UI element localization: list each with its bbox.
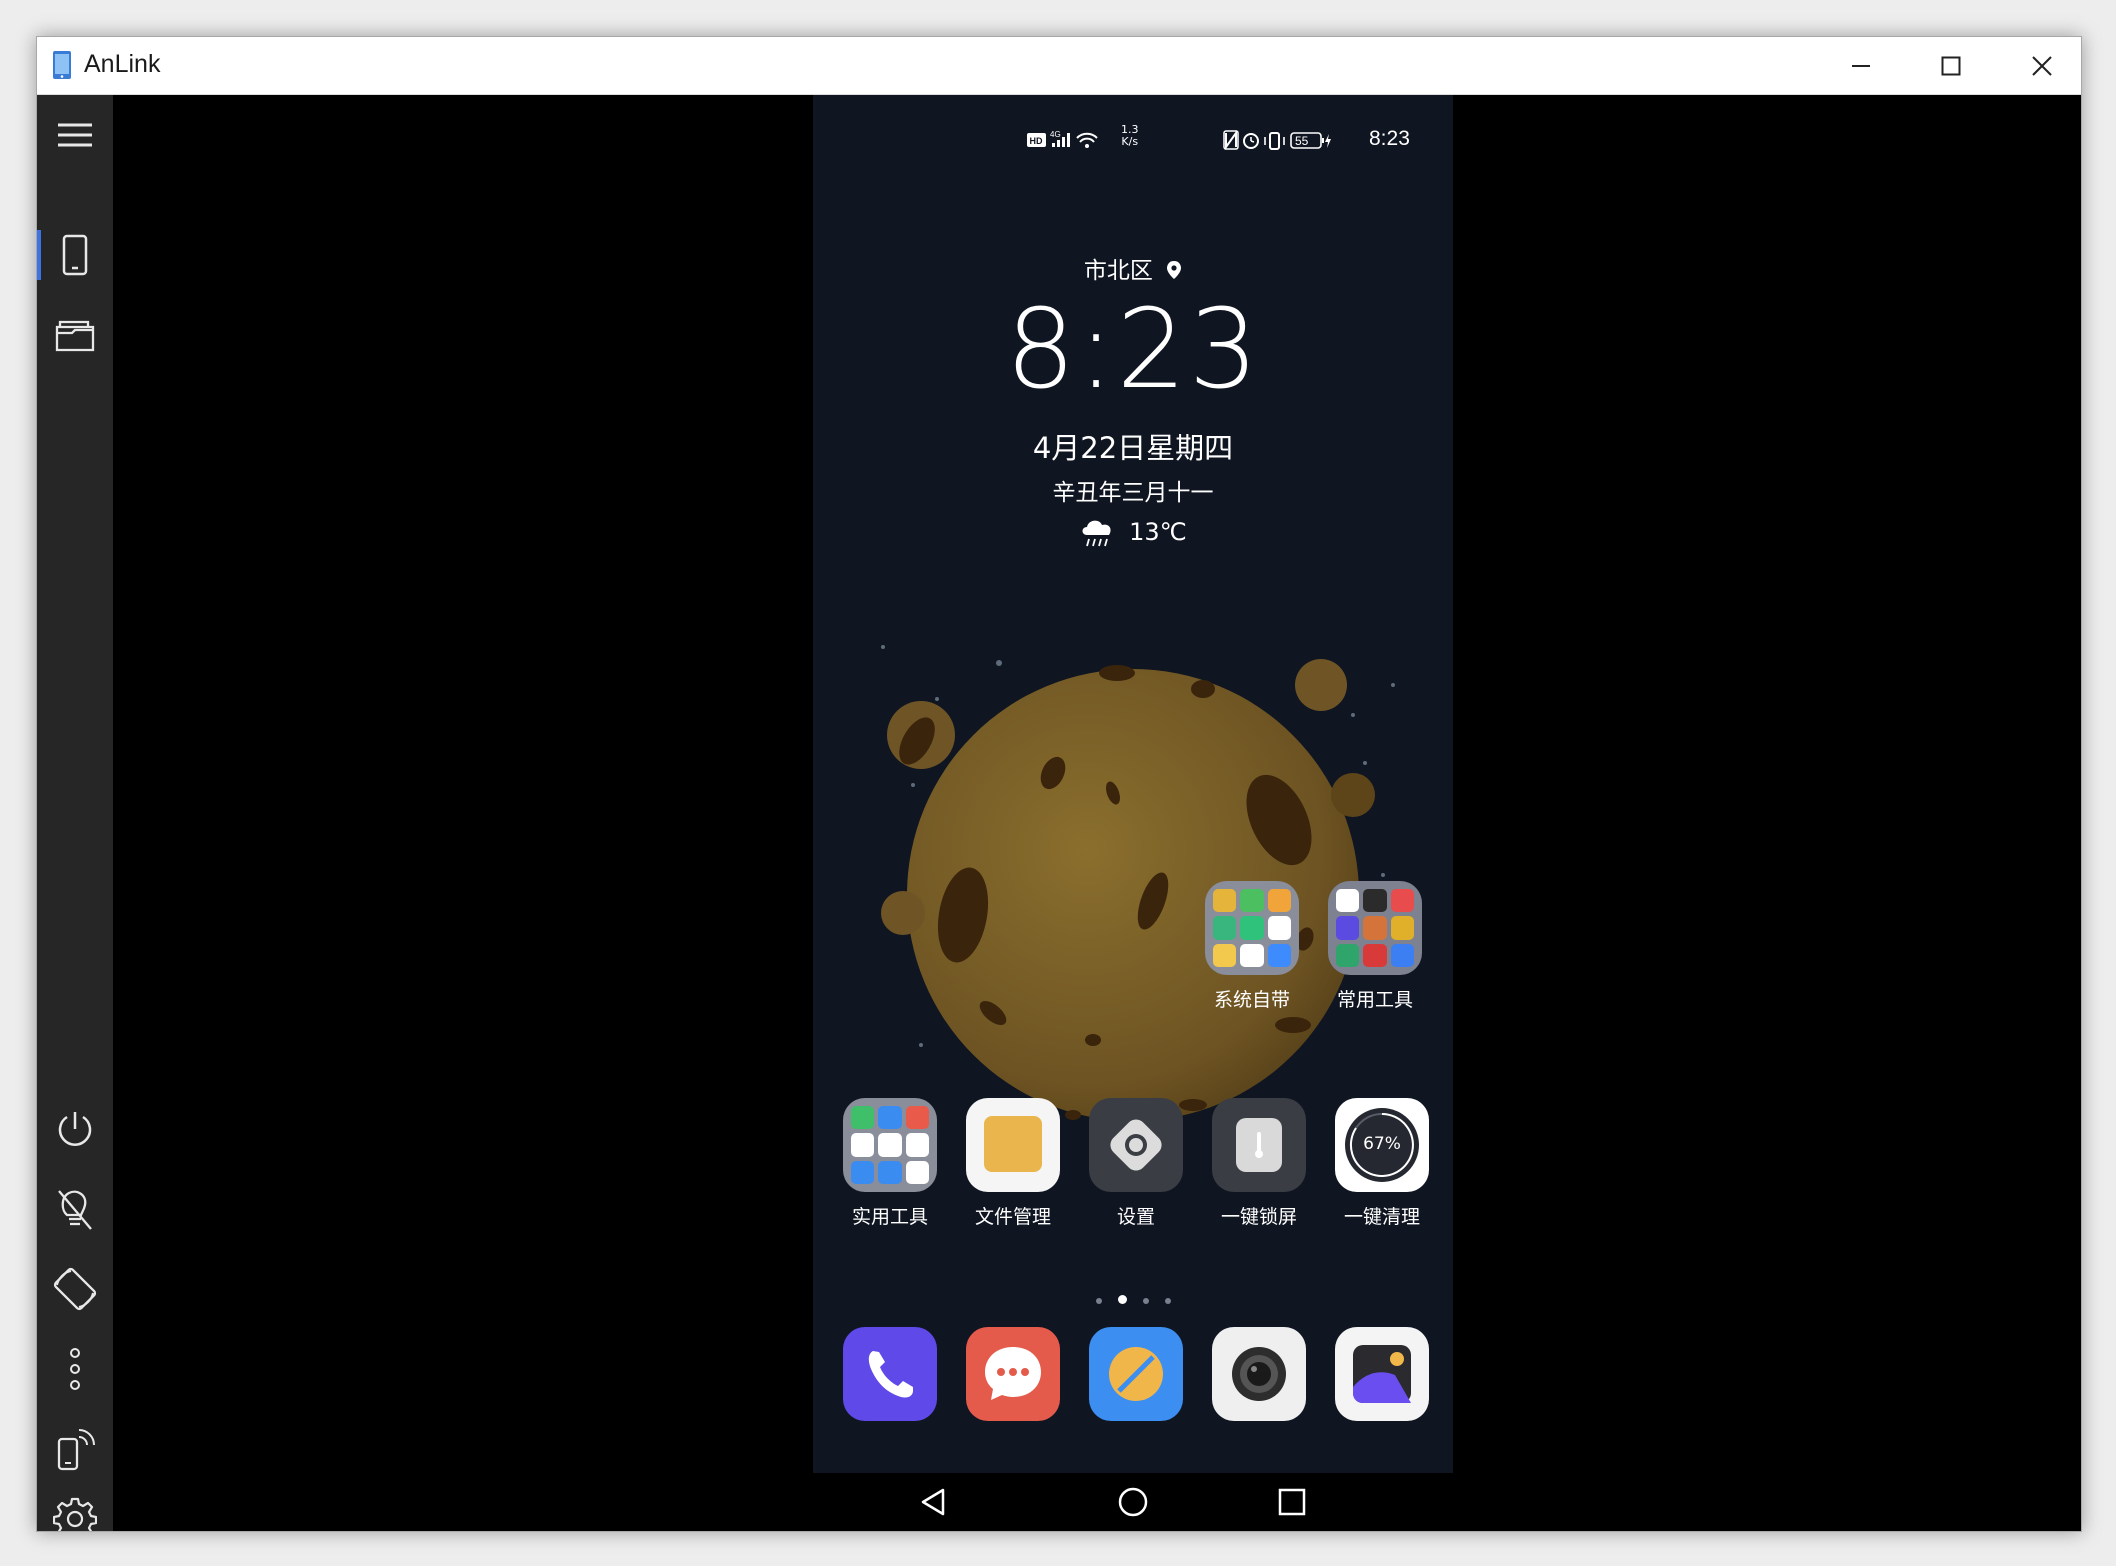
app-settings[interactable]: 设置 [1081, 1098, 1191, 1229]
svg-text:4G: 4G [1050, 130, 1061, 139]
app-label: 常用工具 [1336, 989, 1413, 1011]
home-circle-icon [1118, 1487, 1148, 1517]
messages-app-icon [966, 1327, 1060, 1421]
close-button[interactable] [1997, 37, 2081, 94]
lockscreen-clock: 8:23 [1005, 285, 1261, 413]
file-manager-icon [966, 1098, 1060, 1192]
page-dot-active[interactable] [1117, 1295, 1127, 1304]
settings-button[interactable] [37, 1489, 113, 1531]
maximize-icon [1941, 56, 1961, 75]
power-icon [58, 1112, 92, 1146]
gallery-app-icon [1335, 1327, 1429, 1421]
app-label: 文件管理 [974, 1206, 1051, 1228]
recents-square-icon [1278, 1488, 1306, 1516]
app-label: 一键锁屏 [1220, 1206, 1297, 1228]
utility-folder-tile [843, 1098, 937, 1192]
location-text: 市北区 [1083, 258, 1153, 284]
more-button[interactable] [37, 1339, 113, 1399]
nav-back-button[interactable] [889, 1473, 979, 1531]
svg-text:HD: HD [1030, 136, 1043, 146]
gear-icon [53, 1497, 97, 1531]
lunar-date: 辛丑年三月十一 [1052, 480, 1214, 506]
app-one-key-lock[interactable]: 一键锁屏 [1204, 1098, 1314, 1229]
phone-status-bar: HD 4G 1.3 K/s 55 8:23 [813, 124, 1453, 155]
active-indicator [37, 230, 41, 280]
folder-tile [1328, 881, 1422, 975]
clean-percent: 67% [1363, 1134, 1401, 1154]
back-triangle-icon [921, 1488, 945, 1516]
system-status-icons: 55 [1223, 129, 1331, 151]
app-utility-tools[interactable]: 实用工具 [835, 1098, 945, 1229]
dock-phone[interactable] [835, 1327, 945, 1421]
settings-app-icon [1089, 1098, 1183, 1192]
folder-common-tools[interactable]: 常用工具 [1320, 881, 1430, 1012]
app-one-key-clean[interactable]: 67% 一键清理 [1327, 1098, 1437, 1229]
app-label: 系统自带 [1213, 989, 1290, 1011]
sidebar [37, 95, 113, 1531]
minimize-button[interactable] [1816, 37, 1906, 94]
dock-browser[interactable] [1081, 1327, 1191, 1421]
rotate-button[interactable] [37, 1259, 113, 1319]
app-label: 实用工具 [851, 1206, 928, 1228]
page-dot[interactable] [1164, 1298, 1171, 1304]
location-pin-icon [1167, 261, 1182, 279]
app-label: 设置 [1116, 1206, 1155, 1228]
rotate-screen-icon [53, 1267, 97, 1311]
phone-screen[interactable]: HD 4G 1.3 K/s 55 8:23 市北区 8:23 4月22日星期四 … [813, 95, 1453, 1531]
maximize-button[interactable] [1906, 37, 1996, 94]
power-button[interactable] [37, 1099, 113, 1159]
screen-off-button[interactable] [37, 1179, 113, 1239]
speed-unit: K/s [1121, 135, 1139, 148]
app-label: 一键清理 [1343, 1206, 1420, 1228]
phone-nav-bar [813, 1473, 1453, 1531]
lock-app-icon [1212, 1098, 1306, 1192]
dock-camera[interactable] [1204, 1327, 1314, 1421]
hamburger-icon [58, 123, 92, 147]
phone-app-icon [843, 1327, 937, 1421]
clean-app-icon: 67% [1335, 1098, 1429, 1192]
bulb-off-icon [58, 1190, 92, 1230]
nav-recents-button[interactable] [1247, 1473, 1337, 1531]
planet-wallpaper [881, 645, 1395, 1155]
weather: 13℃ [813, 515, 1453, 549]
minimize-icon [1852, 64, 1870, 67]
remote-phone-button[interactable] [37, 1419, 113, 1479]
temperature: 13℃ [1129, 518, 1187, 546]
page-dot[interactable] [1142, 1298, 1149, 1304]
folder-tile [1205, 881, 1299, 975]
nav-home-button[interactable] [1088, 1473, 1178, 1531]
mirror-area: HD 4G 1.3 K/s 55 8:23 市北区 8:23 4月22日星期四 … [113, 95, 2081, 1531]
status-time: 8:23 [1369, 127, 1410, 150]
network-status-icons: HD 4G [1027, 130, 1098, 148]
camera-app-icon [1212, 1327, 1306, 1421]
network-speed: 1.3 K/s [1121, 124, 1139, 148]
browser-app-icon [1089, 1327, 1183, 1421]
more-vertical-icon [70, 1348, 80, 1390]
folder-icon [55, 320, 95, 352]
dock-gallery[interactable] [1327, 1327, 1437, 1421]
page-dot[interactable] [1095, 1298, 1102, 1304]
location: 市北区 [813, 251, 1453, 285]
window-title: AnLink [84, 50, 161, 78]
folder-system-apps[interactable]: 系统自带 [1197, 881, 1307, 1012]
page-indicator [813, 1289, 1453, 1308]
phone-icon [62, 234, 88, 276]
dock-messages[interactable] [958, 1327, 1068, 1421]
lockscreen-date: 4月22日星期四 [1032, 431, 1234, 465]
phone-screen-button[interactable] [37, 225, 113, 285]
menu-button[interactable] [37, 105, 113, 165]
app-window: AnLink HD 4G 1.3 K/s 55 8:23 市北区 8:23 4月… [36, 36, 2082, 1532]
rain-cloud-icon [1082, 520, 1112, 547]
close-icon [2032, 55, 2052, 76]
svg-text:55: 55 [1295, 134, 1309, 148]
title-bar: AnLink [37, 37, 2081, 95]
anlink-app-icon [53, 51, 71, 79]
phone-signal-icon [57, 1429, 95, 1471]
files-button[interactable] [37, 305, 113, 365]
app-file-manager[interactable]: 文件管理 [958, 1098, 1068, 1229]
